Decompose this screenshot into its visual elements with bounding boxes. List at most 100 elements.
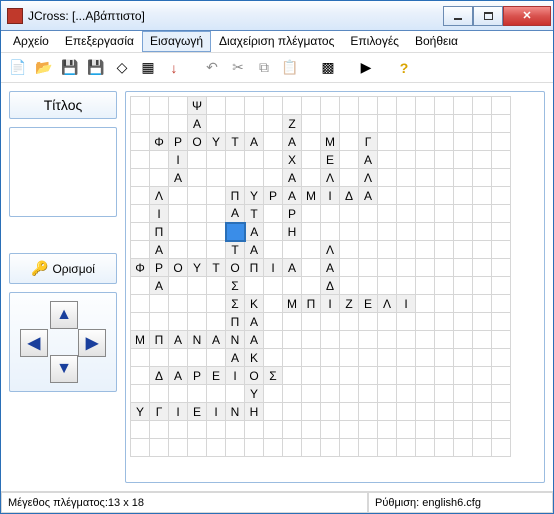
grid-cell[interactable] (207, 277, 226, 295)
grid-cell[interactable] (169, 313, 188, 331)
grid-cell[interactable] (226, 421, 245, 439)
grid-cell[interactable] (283, 349, 302, 367)
close-button[interactable]: ✕ (503, 6, 551, 26)
grid-cell[interactable] (416, 259, 435, 277)
grid-cell[interactable]: Ο (245, 367, 264, 385)
grid-cell[interactable] (454, 295, 473, 313)
grid-cell[interactable] (150, 115, 169, 133)
grid-cell[interactable]: Δ (150, 367, 169, 385)
grid-cell[interactable]: Ρ (188, 367, 207, 385)
grid-cell[interactable] (492, 133, 511, 151)
grid-cell[interactable] (397, 187, 416, 205)
grid-cell[interactable] (492, 367, 511, 385)
grid-cell[interactable]: Δ (340, 187, 359, 205)
grid-cell[interactable]: Ρ (169, 133, 188, 151)
grid-cell[interactable] (454, 151, 473, 169)
grid-cell[interactable] (378, 313, 397, 331)
grid-cell[interactable] (302, 403, 321, 421)
grid-cell[interactable] (378, 259, 397, 277)
grid-cell[interactable] (302, 331, 321, 349)
grid-cell[interactable] (150, 151, 169, 169)
grid-cell[interactable]: Ε (188, 403, 207, 421)
grid-cell[interactable] (416, 439, 435, 457)
open-icon[interactable]: 📂 (33, 57, 55, 79)
grid-cell[interactable] (416, 331, 435, 349)
grid-cell[interactable] (435, 403, 454, 421)
grid-cell[interactable]: Η (283, 223, 302, 241)
grid-cell[interactable]: Ι (169, 403, 188, 421)
grid-cell[interactable]: Χ (283, 151, 302, 169)
grid-cell[interactable] (416, 313, 435, 331)
grid-cell[interactable] (340, 349, 359, 367)
grid-cell[interactable]: Α (245, 331, 264, 349)
grid-cell[interactable]: Ν (226, 331, 245, 349)
grid-cell[interactable]: Ο (188, 133, 207, 151)
grid-cell[interactable] (359, 331, 378, 349)
grid-cell[interactable] (188, 385, 207, 403)
grid-cell[interactable] (492, 97, 511, 115)
grid-cell[interactable]: Σ (226, 295, 245, 313)
grid-cell[interactable]: Α (245, 241, 264, 259)
grid-cell[interactable] (340, 115, 359, 133)
grid-cell[interactable] (454, 421, 473, 439)
grid-cell[interactable] (169, 421, 188, 439)
grid-cell[interactable] (340, 421, 359, 439)
grid-cell[interactable] (245, 115, 264, 133)
grid-cell[interactable] (435, 205, 454, 223)
grid-cell[interactable] (169, 439, 188, 457)
grid-cell[interactable] (473, 241, 492, 259)
grid-cell[interactable] (454, 187, 473, 205)
grid-cell[interactable]: Υ (188, 259, 207, 277)
arrow-up-button[interactable]: ▲ (50, 301, 78, 329)
grid-cell[interactable] (397, 403, 416, 421)
grid-cell[interactable] (473, 169, 492, 187)
grid-cell[interactable]: Τ (226, 133, 245, 151)
grid-cell[interactable] (397, 115, 416, 133)
grid-cell[interactable] (378, 385, 397, 403)
grid-cell[interactable] (207, 421, 226, 439)
grid-cell[interactable] (340, 97, 359, 115)
grid-cell[interactable] (435, 169, 454, 187)
grid-cell[interactable] (321, 331, 340, 349)
grid-cell[interactable] (378, 277, 397, 295)
grid-cell[interactable] (359, 349, 378, 367)
grid-cell[interactable] (435, 259, 454, 277)
grid-cell[interactable] (435, 187, 454, 205)
grid-cell[interactable]: Α (283, 169, 302, 187)
grid-cell[interactable] (378, 187, 397, 205)
grid-cell[interactable] (188, 223, 207, 241)
grid-cell[interactable]: Π (226, 313, 245, 331)
grid-cell[interactable] (378, 223, 397, 241)
grid-cell[interactable]: Ι (264, 259, 283, 277)
grid-cell[interactable]: Τ (226, 241, 245, 259)
grid-cell[interactable] (169, 97, 188, 115)
grid-cell[interactable]: Ι (169, 151, 188, 169)
grid-cell[interactable]: Λ (321, 169, 340, 187)
grid-cell[interactable] (473, 439, 492, 457)
grid-cell[interactable]: Ι (321, 187, 340, 205)
grid-cell[interactable] (321, 385, 340, 403)
grid-cell[interactable] (416, 421, 435, 439)
grid-cell[interactable]: Ο (169, 259, 188, 277)
grid-cell[interactable] (473, 205, 492, 223)
grid-cell[interactable] (131, 421, 150, 439)
grid-cell[interactable]: Ρ (264, 187, 283, 205)
grid-cell[interactable] (397, 223, 416, 241)
grid-cell[interactable]: Α (245, 223, 264, 241)
grid-cell[interactable] (131, 151, 150, 169)
grid-cell[interactable]: Α (359, 151, 378, 169)
grid-cell[interactable] (226, 385, 245, 403)
grid-cell[interactable]: Ι (397, 295, 416, 313)
grid-cell[interactable] (321, 223, 340, 241)
grid-cell[interactable] (169, 295, 188, 313)
grid-cell[interactable] (454, 223, 473, 241)
grid-cell[interactable] (416, 205, 435, 223)
grid-cell[interactable] (283, 367, 302, 385)
grid-cell[interactable]: Ν (226, 403, 245, 421)
grid-cell[interactable]: Ρ (150, 259, 169, 277)
grid-cell[interactable]: Υ (131, 403, 150, 421)
grid-cell[interactable] (207, 385, 226, 403)
grid-cell[interactable]: Μ (131, 331, 150, 349)
grid-cell[interactable] (264, 349, 283, 367)
grid-cell[interactable] (226, 115, 245, 133)
